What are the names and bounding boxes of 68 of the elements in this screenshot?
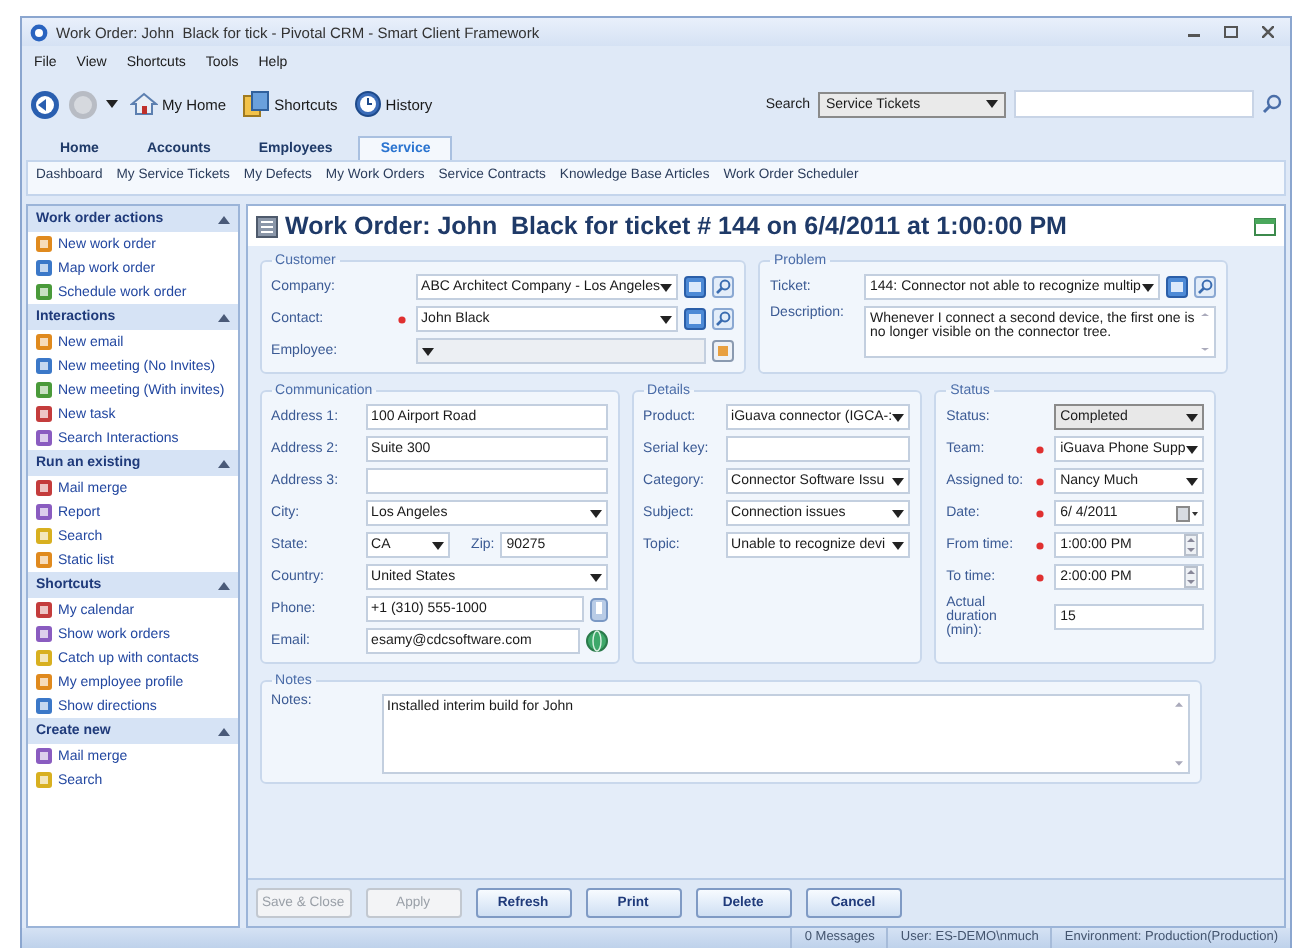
tile-icon	[36, 528, 52, 544]
close-icon[interactable]	[1262, 26, 1274, 38]
phone-icon[interactable]	[589, 597, 608, 621]
collapse-icon[interactable]	[217, 312, 230, 322]
tile-icon	[36, 504, 52, 520]
tile-icon	[36, 602, 52, 618]
tile-icon	[36, 430, 52, 446]
app-icon	[30, 23, 48, 41]
caret-icon	[589, 573, 602, 581]
caret-icon	[1185, 413, 1198, 421]
form-title: Work Order: John Black for ticket # 144 on 6/4/2011 at 1:00:00 PM	[285, 212, 1069, 240]
scrollbar-icon[interactable]	[1173, 700, 1184, 768]
window-icon[interactable]	[684, 276, 706, 298]
caret-icon	[1142, 283, 1154, 291]
window-icon[interactable]	[684, 308, 706, 330]
document-icon	[255, 215, 278, 237]
shortcuts-icon	[242, 90, 271, 118]
tile-icon	[36, 260, 52, 276]
tile-icon	[36, 334, 52, 350]
maximize-icon[interactable]	[1224, 26, 1238, 38]
caret-icon	[892, 541, 905, 549]
tile-icon	[36, 772, 52, 788]
collapse-icon[interactable]	[217, 726, 230, 736]
tile-icon	[36, 552, 52, 568]
caret-icon	[892, 477, 905, 485]
spinner-icon[interactable]	[1183, 534, 1198, 556]
tile-icon	[36, 236, 52, 252]
search-icon[interactable]	[712, 276, 734, 298]
scrollbar-icon[interactable]	[1200, 312, 1210, 352]
caret-icon	[431, 541, 444, 549]
tile-icon	[36, 480, 52, 496]
caret-icon	[1185, 445, 1198, 453]
calendar-icon[interactable]	[1175, 505, 1198, 521]
back-icon[interactable]	[30, 89, 60, 119]
tile-icon	[36, 748, 52, 764]
tile-icon	[36, 382, 52, 398]
search-icon[interactable]	[712, 308, 734, 330]
caret-icon	[986, 100, 998, 108]
input-field[interactable]	[365, 468, 608, 494]
input-field[interactable]	[725, 436, 911, 462]
clock-icon	[353, 90, 382, 118]
caret-icon	[892, 509, 905, 517]
search-icon[interactable]	[1262, 94, 1282, 114]
caret-icon	[660, 283, 672, 291]
caret-icon	[1185, 477, 1198, 485]
caret-icon	[589, 509, 602, 517]
search-icon[interactable]	[1194, 276, 1216, 298]
globe-icon[interactable]	[585, 630, 608, 652]
card-icon[interactable]	[712, 340, 734, 362]
tile-icon	[36, 358, 52, 374]
tile-icon	[36, 406, 52, 422]
collapse-icon[interactable]	[217, 458, 230, 468]
search-field[interactable]	[1014, 90, 1254, 118]
spinner-icon[interactable]	[1183, 566, 1198, 588]
window-icon[interactable]	[1254, 217, 1276, 235]
collapse-icon[interactable]	[217, 580, 230, 590]
house-icon	[130, 92, 158, 116]
caret-icon	[892, 413, 905, 421]
tile-icon	[36, 698, 52, 714]
tile-icon	[36, 650, 52, 666]
tile-icon	[36, 626, 52, 642]
caret-icon	[660, 315, 672, 323]
collapse-icon[interactable]	[217, 214, 230, 224]
caret-icon	[106, 100, 118, 108]
window-icon[interactable]	[1166, 276, 1188, 298]
tile-icon	[36, 674, 52, 690]
caret-icon	[421, 347, 434, 355]
tile-icon	[36, 284, 52, 300]
